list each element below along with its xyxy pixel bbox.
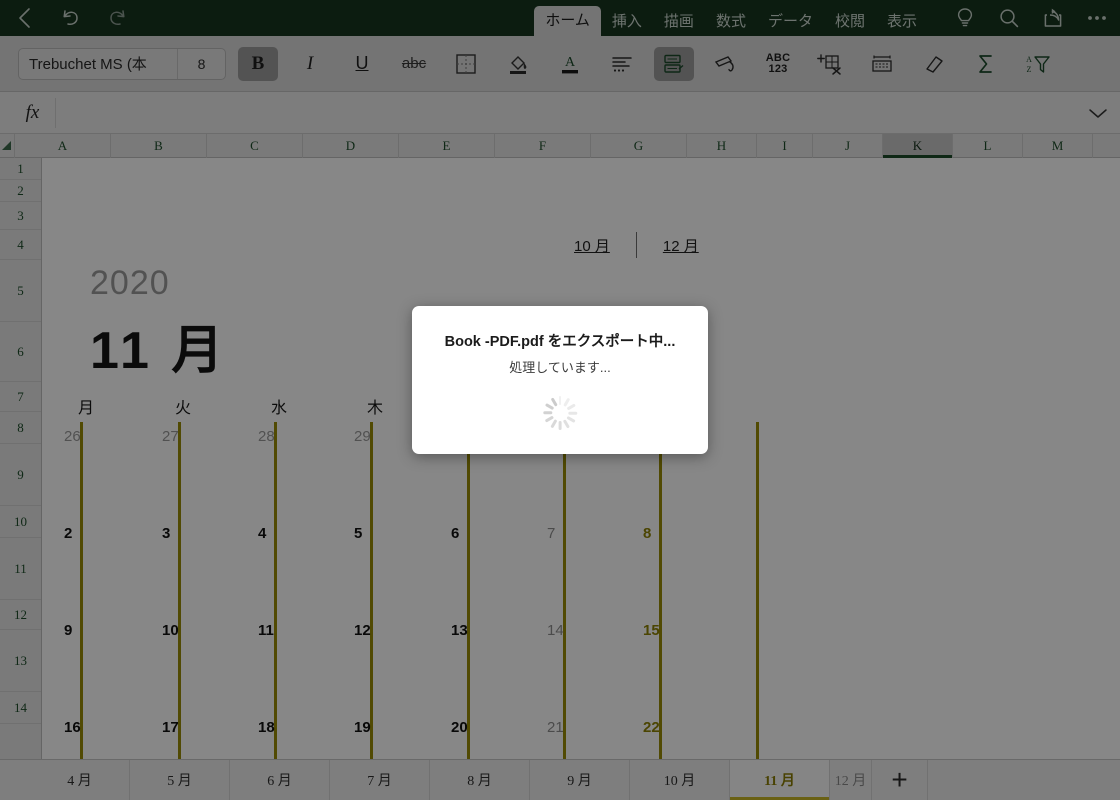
dialog-subtitle: 処理しています... (509, 360, 611, 375)
excel-mobile-window: ホーム 挿入 描画 数式 データ 校閲 表示 Trebuchet MS (本 8… (0, 0, 1120, 800)
export-progress-dialog: Book -PDF.pdf をエクスポート中... 処理しています... (412, 306, 708, 454)
dialog-title: Book -PDF.pdf をエクスポート中... (444, 334, 676, 350)
loading-spinner-icon (543, 396, 578, 430)
